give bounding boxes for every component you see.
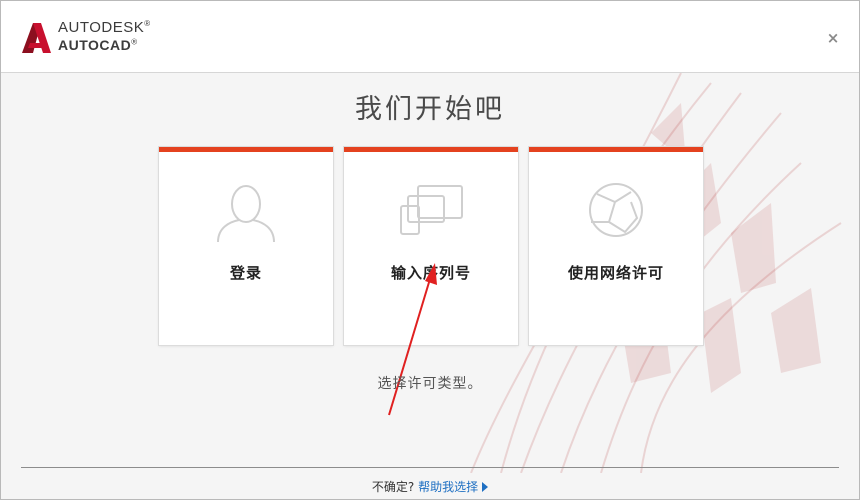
license-dialog: AUTODESK® AUTOCAD® × 我们开始吧 登录 输入序列号 使用网络… [0, 0, 860, 500]
dialog-footer: 不确定? 帮助我选择 [1, 478, 859, 495]
devices-icon [400, 185, 463, 235]
network-globe-icon [589, 183, 643, 237]
arrow-right-icon[interactable] [482, 482, 489, 492]
login-label: 登录 [229, 264, 262, 282]
network-license-label: 使用网络许可 [567, 264, 664, 282]
dialog-header: AUTODESK® AUTOCAD® × [1, 1, 859, 73]
network-license-card[interactable]: 使用网络许可 [529, 147, 703, 345]
brand-autodesk: AUTODESK® [58, 19, 151, 36]
serial-number-label: 输入序列号 [390, 264, 471, 282]
close-button[interactable]: × [823, 28, 843, 48]
autodesk-logo-icon [22, 23, 51, 53]
page-title: 我们开始吧 [355, 94, 505, 125]
serial-number-card[interactable]: 输入序列号 [344, 147, 518, 345]
license-type-hint: 选择许可类型。 [377, 376, 483, 392]
user-icon [217, 185, 275, 242]
help-me-choose-link[interactable]: 帮助我选择 [418, 480, 478, 494]
login-card[interactable]: 登录 [159, 147, 333, 345]
not-sure-text: 不确定? [371, 480, 415, 494]
brand-autocad: AUTOCAD® [58, 37, 138, 53]
footer-divider [21, 467, 839, 468]
